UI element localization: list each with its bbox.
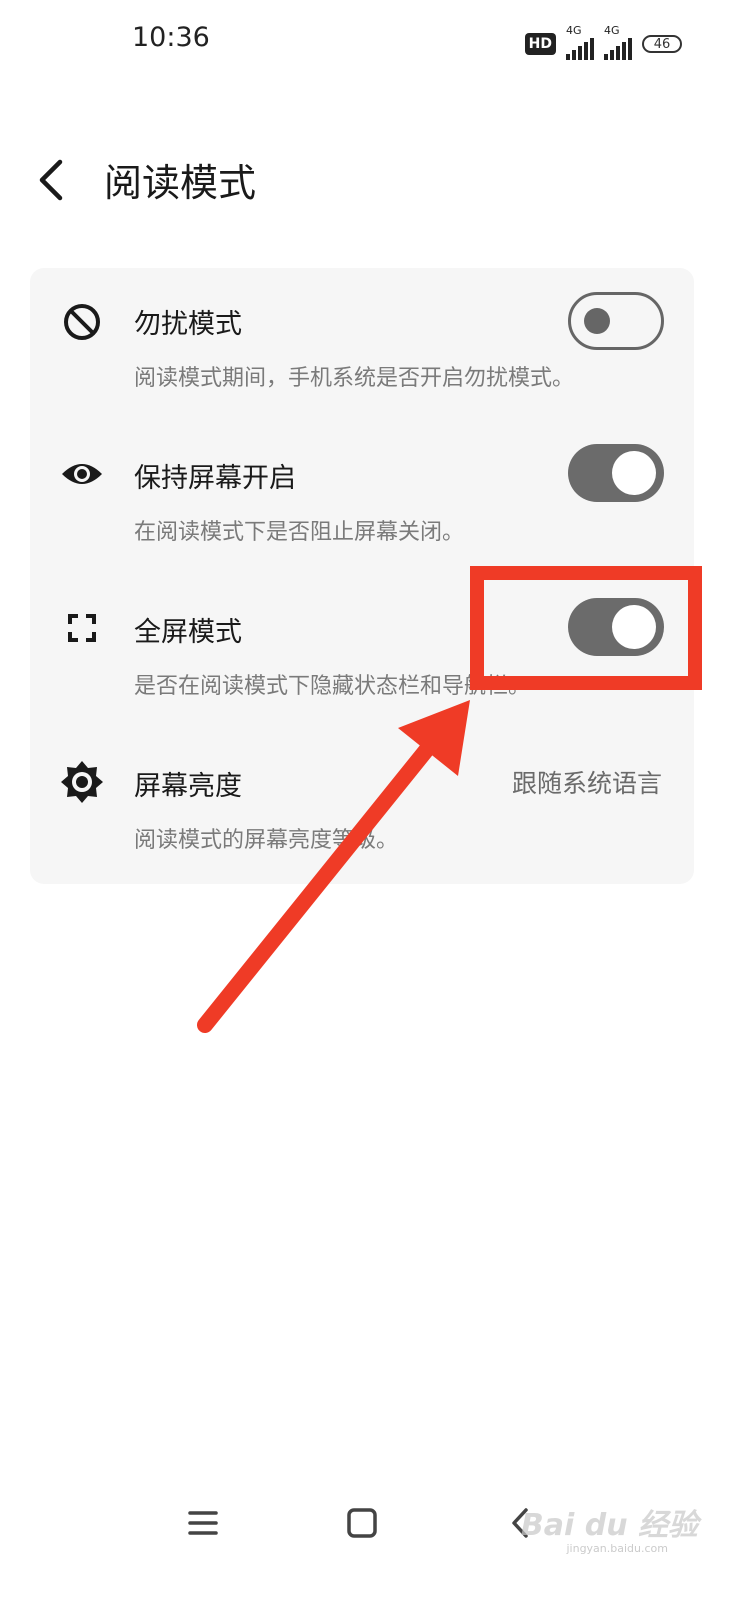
status-time: 10:36 (132, 22, 210, 53)
home-square-icon (347, 1508, 377, 1538)
menu-icon (188, 1511, 218, 1535)
page-title: 阅读模式 (104, 161, 257, 205)
brightness-icon (61, 761, 103, 803)
status-bar: 10:36 HD 4G 4G 46 (0, 0, 738, 80)
back-arrow-icon (39, 159, 63, 201)
header: 阅读模式 (0, 140, 738, 220)
brightness-value[interactable]: 跟随系统语言 (512, 764, 662, 800)
keep-screen-on-toggle[interactable] (568, 444, 664, 502)
setting-title: 屏幕亮度 (134, 771, 242, 802)
eye-icon (62, 464, 102, 484)
network-type-label: 4G (566, 24, 582, 37)
toggle-knob (584, 308, 610, 334)
signal-strength-icon: 4G (604, 24, 632, 60)
reading-mode-screen: 10:36 HD 4G 4G 46 阅读模式 勿扰模式 阅读模式期间，手机系统是… (0, 0, 738, 1600)
setting-screen-brightness[interactable]: 屏幕亮度 阅读模式的屏幕亮度等级。 跟随系统语言 (30, 730, 694, 880)
setting-title: 保持屏幕开启 (134, 463, 296, 494)
battery-icon: 46 (642, 35, 682, 53)
status-icons: HD 4G 4G 46 (524, 24, 682, 60)
fullscreen-icon (68, 614, 96, 642)
do-not-disturb-toggle[interactable] (568, 292, 664, 350)
network-type-label: 4G (604, 24, 620, 37)
signal-strength-icon: 4G (566, 24, 594, 60)
annotation-highlight-box (470, 566, 702, 690)
setting-description: 阅读模式的屏幕亮度等级。 (134, 828, 399, 853)
menu-button[interactable] (178, 1498, 228, 1548)
setting-description: 在阅读模式下是否阻止屏幕关闭。 (134, 520, 465, 545)
do-not-disturb-icon (64, 304, 100, 340)
setting-keep-screen-on[interactable]: 保持屏幕开启 在阅读模式下是否阻止屏幕关闭。 (30, 422, 694, 572)
back-button[interactable] (30, 154, 78, 206)
home-button[interactable] (337, 1498, 387, 1548)
setting-title: 全屏模式 (134, 617, 242, 648)
setting-description: 阅读模式期间，手机系统是否开启勿扰模式。 (134, 366, 575, 391)
hd-voice-icon: HD (524, 33, 556, 55)
watermark-logo: Bai du 经验 (520, 1508, 698, 1543)
setting-do-not-disturb[interactable]: 勿扰模式 阅读模式期间，手机系统是否开启勿扰模式。 (30, 268, 694, 418)
setting-title: 勿扰模式 (134, 309, 242, 340)
toggle-knob (612, 451, 656, 495)
watermark-url: jingyan.baidu.com (566, 1542, 668, 1555)
